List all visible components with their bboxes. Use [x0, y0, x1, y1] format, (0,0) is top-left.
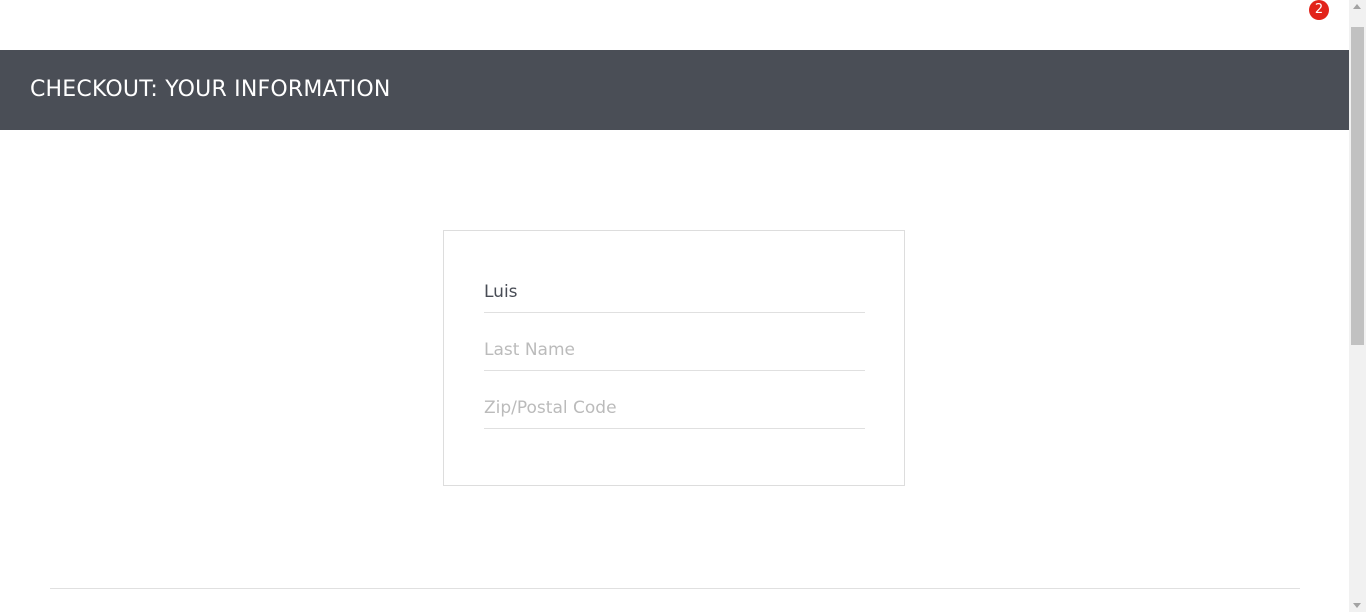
top-bar: 2 — [0, 0, 1349, 50]
scroll-up-arrow-icon[interactable] — [1353, 4, 1361, 9]
cart-badge[interactable]: 2 — [1309, 0, 1329, 20]
page-title: CHECKOUT: YOUR INFORMATION — [30, 77, 391, 102]
checkout-info-form — [443, 230, 905, 486]
page-header: CHECKOUT: YOUR INFORMATION — [0, 50, 1349, 130]
footer-divider — [50, 588, 1300, 589]
scrollbar-thumb[interactable] — [1351, 27, 1364, 345]
checkout-page: 2 CHECKOUT: YOUR INFORMATION — [0, 0, 1366, 612]
last-name-input[interactable] — [484, 329, 865, 371]
scroll-down-arrow-icon[interactable] — [1353, 603, 1361, 608]
first-name-input[interactable] — [484, 271, 865, 313]
postal-code-input[interactable] — [484, 387, 865, 429]
vertical-scrollbar[interactable] — [1349, 0, 1366, 612]
